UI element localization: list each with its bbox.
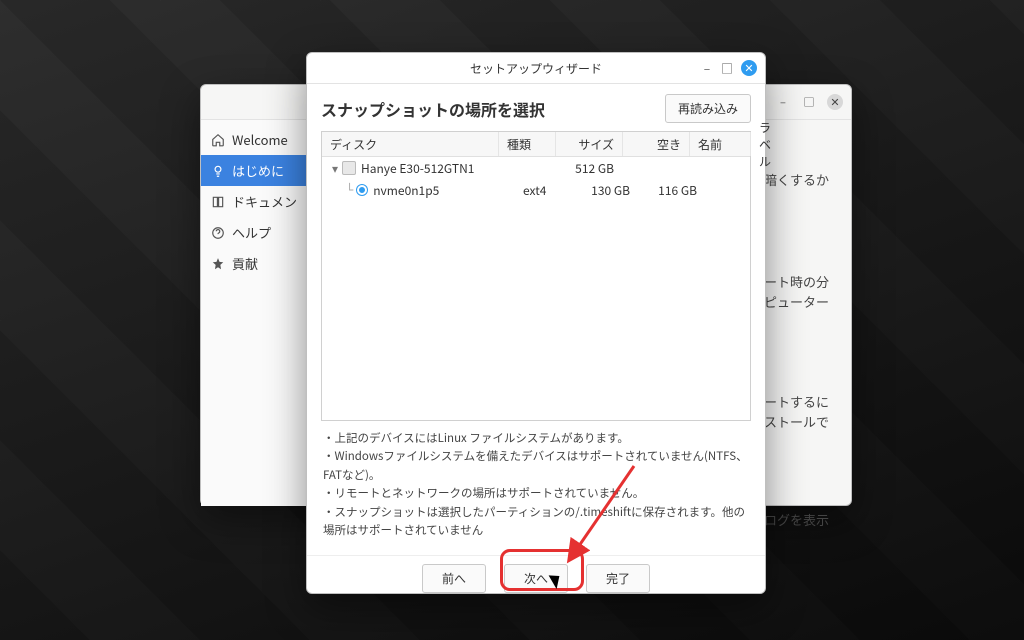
disk-icon <box>342 161 356 175</box>
minimize-button[interactable]: – <box>775 94 791 110</box>
cell-type <box>499 164 556 172</box>
col-disk[interactable]: ディスク <box>322 132 499 156</box>
close-button[interactable]: ✕ <box>827 94 843 110</box>
col-free[interactable]: 空き <box>623 132 690 156</box>
table-row[interactable]: ▾Hanye E30-512GTN1 512 GB <box>322 157 750 179</box>
expand-toggle-icon[interactable]: ▾ <box>330 160 340 177</box>
partition-icon <box>357 185 367 195</box>
maximize-button[interactable]: □ <box>721 62 733 74</box>
table-row[interactable]: └ nvme0n1p5 ext4 130 GB 116 GB <box>322 179 750 201</box>
sidebar-item-getting-started[interactable]: はじめに <box>201 155 309 186</box>
sidebar-item-help[interactable]: ヘルプ <box>201 217 309 248</box>
home-icon <box>211 133 225 147</box>
sidebar-item-contribute[interactable]: 貢献 <box>201 248 309 279</box>
bulb-icon <box>211 164 225 178</box>
col-type[interactable]: 種類 <box>499 132 556 156</box>
welcome-sidebar: Welcome はじめに ドキュメン ヘルプ <box>201 120 310 506</box>
partition-name: nvme0n1p5 <box>373 182 439 199</box>
cell-free: 116 GB <box>639 178 706 203</box>
sidebar-item-label: Welcome <box>232 130 288 149</box>
col-name[interactable]: 名前 <box>690 132 751 156</box>
note-line: リモートとネットワークの場所はサポートされていません。 <box>323 484 749 502</box>
reload-button[interactable]: 再読み込み <box>665 94 751 123</box>
star-icon <box>211 257 225 271</box>
dialog-footer: 前へ 次へ 完了 <box>307 555 765 607</box>
minimize-button[interactable]: – <box>701 62 713 74</box>
peek-text: 暗くするか <box>764 168 829 193</box>
sidebar-item-label: ドキュメン <box>232 192 297 211</box>
book-icon <box>211 195 225 209</box>
table-header: ディスク 種類 サイズ 空き 名前 ラベル <box>322 132 750 157</box>
maximize-button[interactable]: □ <box>801 94 817 110</box>
sidebar-item-welcome[interactable]: Welcome <box>201 124 309 155</box>
cell-type: ext4 <box>515 178 572 203</box>
sidebar-item-docs[interactable]: ドキュメン <box>201 186 309 217</box>
sidebar-item-label: 貢献 <box>232 254 258 273</box>
sidebar-item-label: はじめに <box>232 161 284 180</box>
dialog-title: セットアップウィザード <box>470 60 602 77</box>
col-size[interactable]: サイズ <box>556 132 623 156</box>
sidebar-item-label: ヘルプ <box>232 223 271 242</box>
note-line: Windowsファイルシステムを備えたデバイスはサポートされていません(NTFS… <box>323 447 749 484</box>
dialog-notes: 上記のデバイスにはLinux ファイルシステムがあります。 Windowsファイ… <box>321 421 751 539</box>
disk-name: Hanye E30-512GTN1 <box>361 160 474 177</box>
note-line: スナップショットは選択したパーティションの/.timeshiftに保存されます。… <box>323 503 749 540</box>
tree-guide-icon: └ <box>346 183 353 197</box>
cell-size: 130 GB <box>572 178 639 203</box>
dialog-heading: スナップショットの場所を選択 <box>321 97 545 121</box>
dialog-titlebar: セットアップウィザード – □ ✕ <box>307 53 765 84</box>
col-label[interactable]: ラベル <box>751 132 779 156</box>
help-icon <box>211 226 225 240</box>
setup-wizard-dialog: セットアップウィザード – □ ✕ スナップショットの場所を選択 再読み込み デ… <box>306 52 766 594</box>
note-line: 上記のデバイスにはLinux ファイルシステムがあります。 <box>323 429 749 447</box>
close-button[interactable]: ✕ <box>741 60 757 76</box>
prev-button[interactable]: 前へ <box>422 564 486 593</box>
cell-free <box>623 164 690 172</box>
device-table: ディスク 種類 サイズ 空き 名前 ラベル ▾ Hanye E30-512GTN1… <box>321 131 751 421</box>
finish-button[interactable]: 完了 <box>586 564 650 593</box>
next-button[interactable]: 次へ <box>504 564 568 593</box>
